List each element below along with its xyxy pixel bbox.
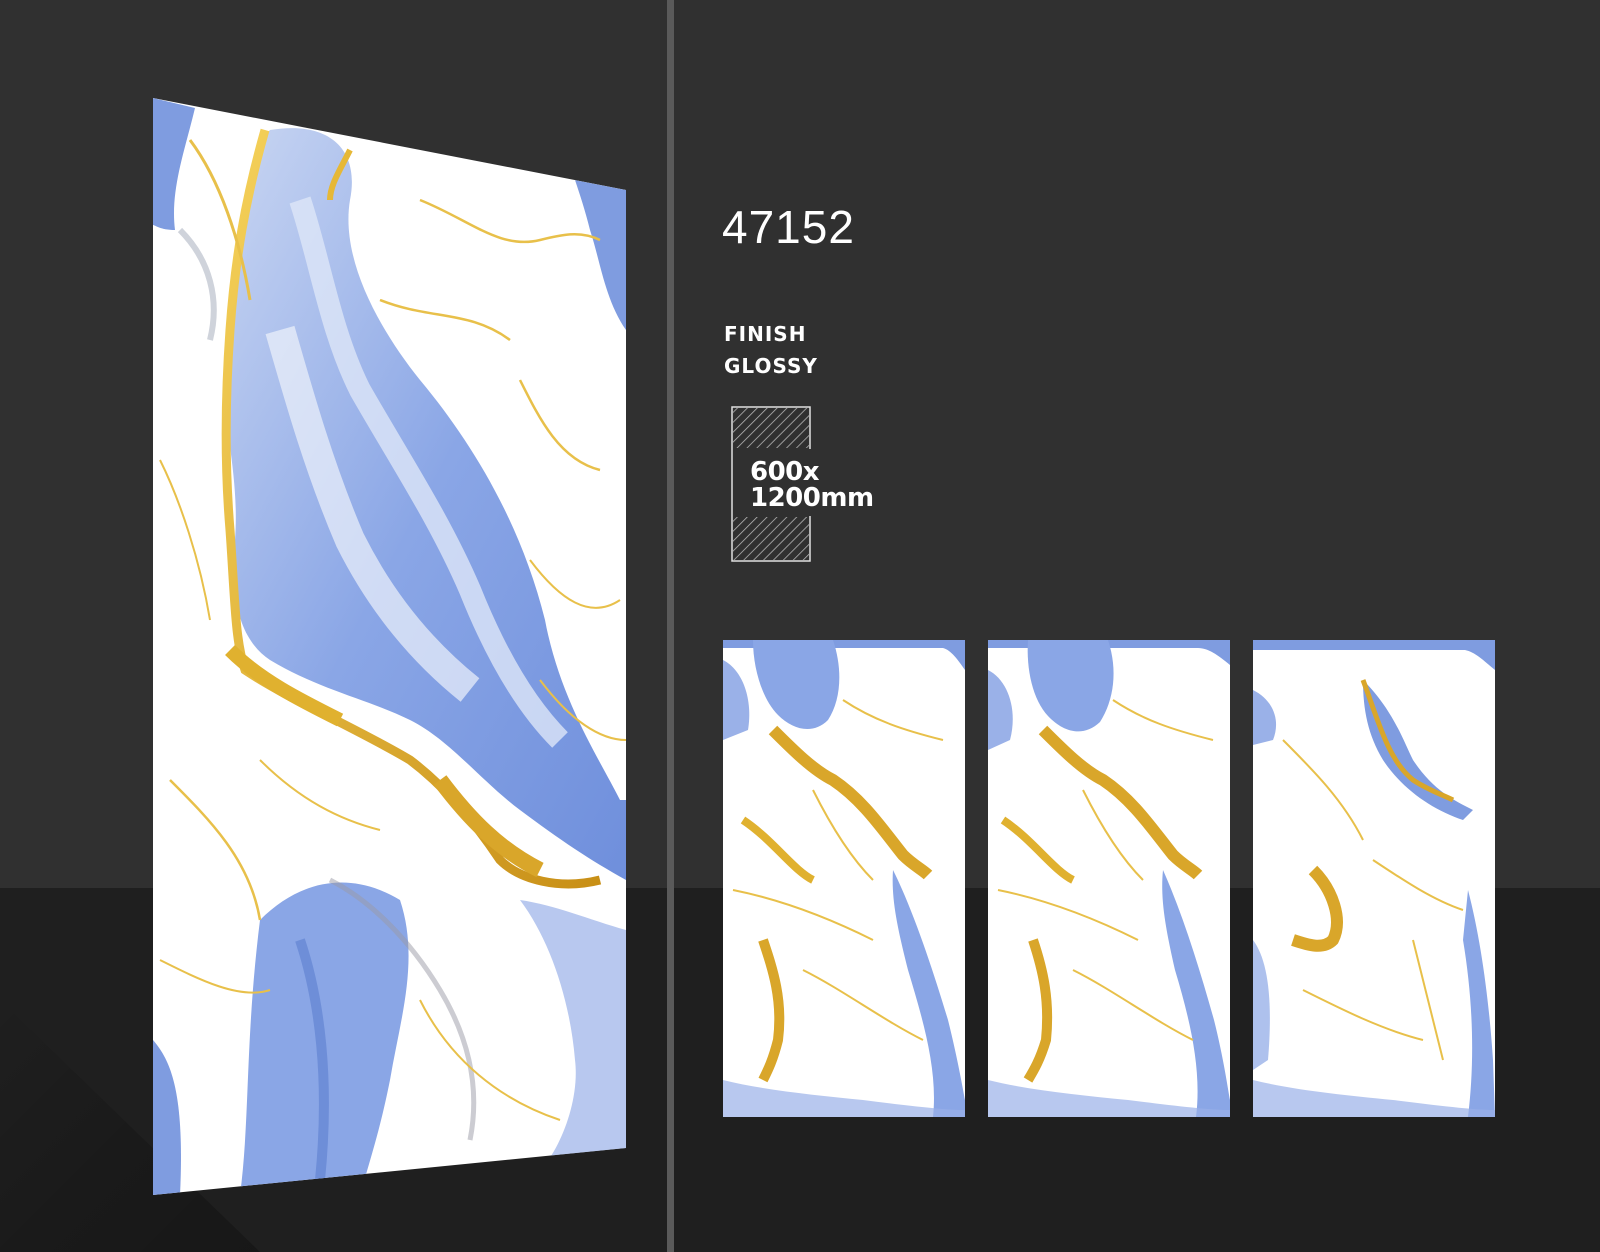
panel-divider bbox=[667, 0, 674, 1252]
marble-slab-perspective bbox=[153, 98, 626, 1195]
finish-value: GLOSSY bbox=[724, 354, 818, 378]
tile-variant-1 bbox=[723, 640, 965, 1117]
size-text-height: 1200mm bbox=[750, 483, 874, 513]
tile-variant-2 bbox=[988, 640, 1230, 1117]
product-code: 47152 bbox=[722, 201, 855, 253]
tile-variant-3 bbox=[1253, 640, 1495, 1117]
size-text-width: 600x bbox=[750, 457, 820, 487]
finish-label: FINISH bbox=[724, 322, 807, 346]
